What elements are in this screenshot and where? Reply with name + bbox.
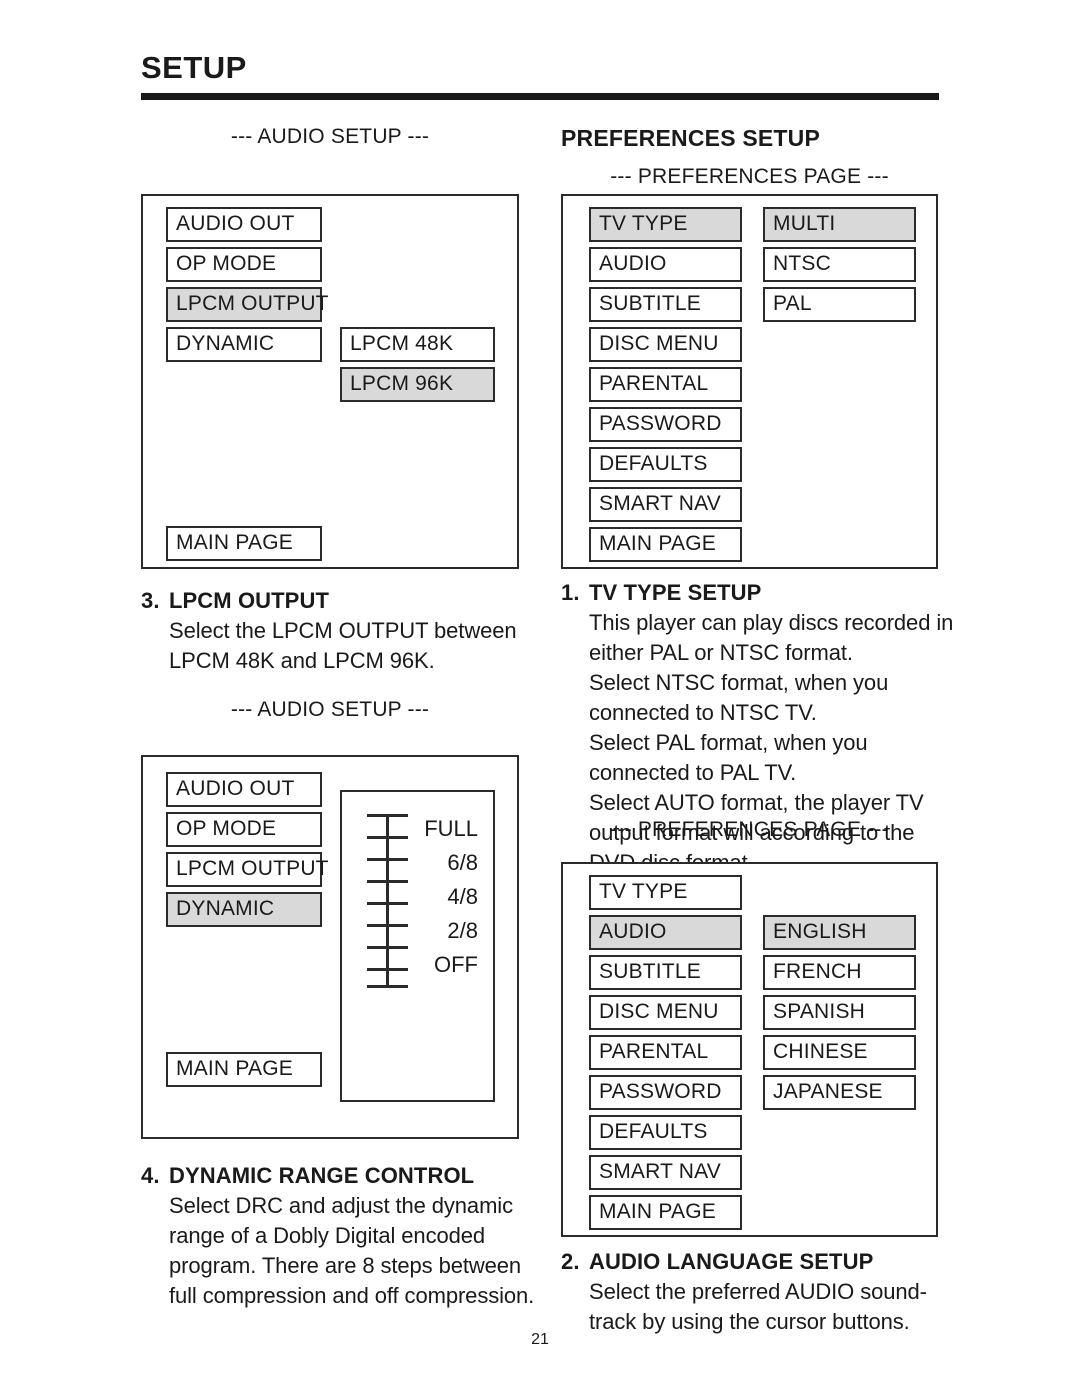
osd-screen-lpcm-output: AUDIO OUT OP MODE LPCM OUTPUT DYNAMIC MA… [141, 194, 519, 569]
section-1-heading: 1. TV TYPE SETUP [561, 578, 956, 608]
section-1-line-4: connected to NTSC TV. [589, 700, 817, 725]
section-1-line-3: Select NTSC format, when you [589, 670, 889, 695]
audio-setup-caption-1: --- AUDIO SETUP --- [230, 125, 430, 148]
osd-item-lpcm-output-2[interactable]: LPCM OUTPUT [166, 852, 329, 887]
preferences-page-caption-1: --- PREFERENCES PAGE --- [610, 165, 889, 188]
section-1-heading-text: TV TYPE SETUP [589, 580, 762, 605]
section-1-number: 1. [561, 580, 580, 605]
drc-tick-7 [367, 946, 408, 949]
section-1-line-2: either PAL or NTSC format. [589, 640, 853, 665]
osd-item-main-page[interactable]: MAIN PAGE [166, 526, 322, 561]
osd-screen-audio-language: TV TYPE AUDIO SUBTITLE DISC MENU PARENTA… [561, 862, 938, 1237]
osd-option-lpcm-48k[interactable]: LPCM 48K [340, 327, 495, 362]
section-4-heading-text: DYNAMIC RANGE CONTROL [169, 1163, 475, 1188]
drc-tick-1 [367, 814, 408, 817]
audio-setup-caption-2: --- AUDIO SETUP --- [230, 698, 430, 721]
section-3-heading-text: LPCM OUTPUT [169, 588, 329, 613]
osd-screen-tv-type: TV TYPE AUDIO SUBTITLE DISC MENU PARENTA… [561, 194, 938, 569]
right-column: PREFERENCES SETUP --- PREFERENCES PAGE -… [561, 0, 961, 1397]
drc-label-full: FULL [424, 816, 478, 841]
drc-tick-2 [367, 836, 408, 839]
drc-tick-9 [367, 985, 408, 988]
osd-item-main-page-3[interactable]: MAIN PAGE [589, 527, 742, 562]
drc-tick-6 [367, 924, 408, 927]
section-4-line-4: full compression and off compression. [169, 1283, 535, 1308]
preferences-setup-title: PREFERENCES SETUP [561, 125, 821, 151]
drc-slider-stem [386, 814, 389, 988]
osd-option-japanese[interactable]: JAPANESE [763, 1075, 916, 1110]
osd-item-dynamic[interactable]: DYNAMIC [166, 327, 322, 362]
osd-item-parental[interactable]: PARENTAL [589, 367, 742, 402]
section-2-body: Select the preferred AUDIO sound- track … [589, 1277, 956, 1337]
section-2-line-1: Select the preferred AUDIO sound- [589, 1279, 927, 1304]
osd-screen-dynamic-range: AUDIO OUT OP MODE LPCM OUTPUT DYNAMIC MA… [141, 755, 519, 1139]
section-4-dynamic-range-control: 4. DYNAMIC RANGE CONTROL Select DRC and a… [141, 1161, 536, 1311]
osd-item-defaults-2[interactable]: DEFAULTS [589, 1115, 742, 1150]
osd-option-chinese[interactable]: CHINESE [763, 1035, 916, 1070]
section-1-line-7: Select AUTO format, the player TV [589, 790, 924, 815]
drc-label-6-8: 6/8 [447, 850, 478, 875]
left-column: --- AUDIO SETUP --- AUDIO OUT OP MODE LP… [141, 0, 541, 1397]
osd-option-pal[interactable]: PAL [763, 287, 916, 322]
section-4-heading: 4. DYNAMIC RANGE CONTROL [141, 1161, 536, 1191]
osd-option-lpcm-96k[interactable]: LPCM 96K [340, 367, 495, 402]
section-3-line-2: LPCM 48K and LPCM 96K. [169, 648, 435, 673]
section-4-line-1: Select DRC and adjust the dynamic [169, 1193, 513, 1218]
section-3-line-1: Select the LPCM OUTPUT between [169, 618, 517, 643]
osd-item-main-page-2[interactable]: MAIN PAGE [166, 1052, 322, 1087]
drc-slider[interactable]: FULL 6/8 4/8 2/8 OFF [340, 790, 495, 1102]
preferences-page-caption-2: --- PREFERENCES PAGE --- [610, 818, 889, 841]
osd-option-ntsc[interactable]: NTSC [763, 247, 916, 282]
section-2-number: 2. [561, 1249, 580, 1274]
osd-option-french[interactable]: FRENCH [763, 955, 916, 990]
drc-tick-8 [367, 968, 408, 971]
osd-item-op-mode[interactable]: OP MODE [166, 247, 322, 282]
section-1-line-5: Select PAL format, when you [589, 730, 868, 755]
section-1-line-1: This player can play discs recorded in [589, 610, 954, 635]
osd-item-smart-nav[interactable]: SMART NAV [589, 487, 742, 522]
osd-item-parental-2[interactable]: PARENTAL [589, 1035, 742, 1070]
drc-tick-4 [367, 880, 408, 883]
section-3-body: Select the LPCM OUTPUT between LPCM 48K … [169, 616, 536, 676]
drc-label-2-8: 2/8 [447, 918, 478, 943]
drc-label-off: OFF [434, 952, 478, 977]
section-4-line-2: range of a Dobly Digital encoded [169, 1223, 486, 1248]
osd-item-password-2[interactable]: PASSWORD [589, 1075, 742, 1110]
osd-item-subtitle[interactable]: SUBTITLE [589, 287, 742, 322]
osd-option-spanish[interactable]: SPANISH [763, 995, 916, 1030]
section-2-heading-text: AUDIO LANGUAGE SETUP [589, 1249, 874, 1274]
section-3-heading: 3. LPCM OUTPUT [141, 586, 536, 616]
osd-item-disc-menu[interactable]: DISC MENU [589, 327, 742, 362]
osd-item-main-page-4[interactable]: MAIN PAGE [589, 1195, 742, 1230]
osd-option-multi[interactable]: MULTI [763, 207, 916, 242]
section-2-heading: 2. AUDIO LANGUAGE SETUP [561, 1247, 956, 1277]
section-2-audio-language-setup: 2. AUDIO LANGUAGE SETUP Select the prefer… [561, 1247, 956, 1337]
osd-item-audio-2[interactable]: AUDIO [589, 915, 742, 950]
section-4-body: Select DRC and adjust the dynamic range … [169, 1191, 536, 1311]
section-3-lpcm-output: 3. LPCM OUTPUT Select the LPCM OUTPUT bet… [141, 586, 536, 676]
osd-item-tv-type[interactable]: TV TYPE [589, 207, 742, 242]
osd-item-defaults[interactable]: DEFAULTS [589, 447, 742, 482]
drc-tick-3 [367, 858, 408, 861]
section-1-line-6: connected to PAL TV. [589, 760, 797, 785]
drc-label-4-8: 4/8 [447, 884, 478, 909]
osd-item-audio[interactable]: AUDIO [589, 247, 742, 282]
drc-tick-5 [367, 902, 408, 905]
osd-item-password[interactable]: PASSWORD [589, 407, 742, 442]
section-4-line-3: program. There are 8 steps between [169, 1253, 522, 1278]
osd-item-dynamic-2[interactable]: DYNAMIC [166, 892, 322, 927]
osd-item-tv-type-2[interactable]: TV TYPE [589, 875, 742, 910]
osd-item-lpcm-output[interactable]: LPCM OUTPUT [166, 287, 329, 322]
osd-item-smart-nav-2[interactable]: SMART NAV [589, 1155, 742, 1190]
osd-item-disc-menu-2[interactable]: DISC MENU [589, 995, 742, 1030]
section-3-number: 3. [141, 588, 160, 613]
osd-item-subtitle-2[interactable]: SUBTITLE [589, 955, 742, 990]
osd-item-op-mode-2[interactable]: OP MODE [166, 812, 322, 847]
page-number: 21 [531, 1331, 549, 1348]
osd-item-audio-out[interactable]: AUDIO OUT [166, 207, 322, 242]
osd-item-audio-out-2[interactable]: AUDIO OUT [166, 772, 322, 807]
osd-option-english[interactable]: ENGLISH [763, 915, 916, 950]
section-4-number: 4. [141, 1163, 160, 1188]
